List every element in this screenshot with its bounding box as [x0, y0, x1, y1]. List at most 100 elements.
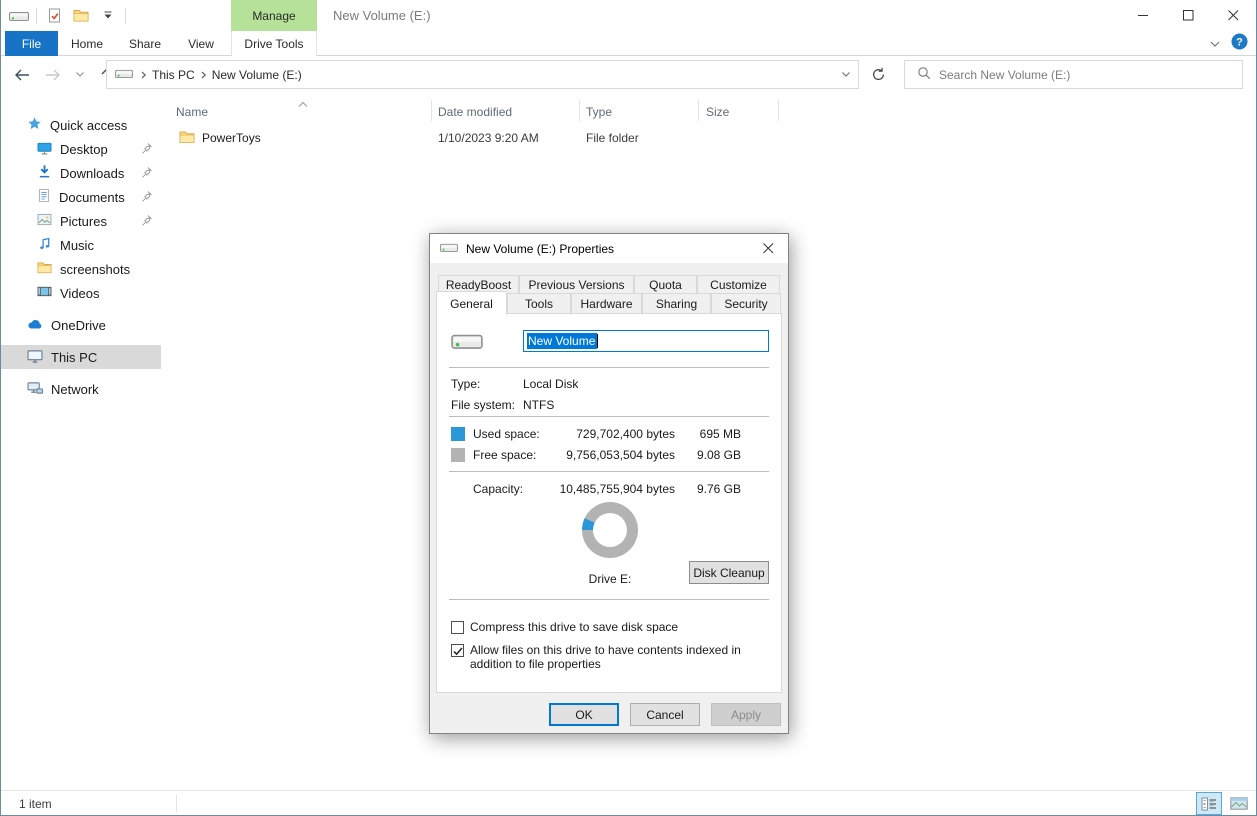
window-title: New Volume (E:) [333, 0, 431, 31]
cancel-button[interactable]: Cancel [630, 703, 700, 726]
manage-contextual-tab[interactable]: Manage [231, 0, 317, 31]
sidebar-item-documents[interactable]: Documents [1, 185, 161, 209]
back-icon[interactable] [11, 63, 33, 87]
tab-tools[interactable]: Tools [507, 293, 571, 314]
free-space-bytes: 9,756,053,504 bytes [547, 448, 675, 462]
address-dropdown-icon[interactable] [834, 71, 858, 78]
sidebar-item-music[interactable]: Music [1, 233, 161, 257]
disk-cleanup-button[interactable]: Disk Cleanup [689, 561, 769, 584]
computer-icon [27, 349, 43, 366]
checkbox[interactable] [451, 621, 464, 634]
close-icon[interactable] [748, 234, 788, 263]
drive-icon [9, 5, 29, 27]
folder-icon [37, 261, 52, 277]
cloud-icon [27, 318, 43, 333]
properties-icon[interactable] [44, 5, 64, 27]
capacity-label: Capacity: [473, 482, 523, 496]
drive-usage-donut [582, 502, 638, 558]
tab-hardware[interactable]: Hardware [571, 293, 642, 314]
allow-indexing-label: Allow files on this drive to have conten… [470, 643, 772, 671]
document-icon [37, 188, 51, 206]
download-icon [37, 164, 52, 182]
navigation-pane: Quick access Desktop Downloads Documents… [1, 93, 161, 790]
sidebar-item-screenshots[interactable]: screenshots [1, 257, 161, 281]
search-input[interactable]: Search New Volume (E:) [904, 60, 1243, 89]
volume-label-input[interactable]: New Volume [523, 330, 769, 352]
column-header-date-modified[interactable]: Date modified [438, 105, 512, 119]
video-icon [37, 285, 52, 301]
sidebar-item-this-pc[interactable]: This PC [1, 345, 161, 369]
allow-indexing-checkbox[interactable]: Allow files on this drive to have conten… [451, 643, 772, 671]
free-space-legend-swatch [451, 448, 465, 462]
column-header-name[interactable]: Name [176, 105, 208, 119]
sidebar-item-videos[interactable]: Videos [1, 281, 161, 305]
used-space-size: 695 MB [681, 427, 741, 441]
sidebar-item-network[interactable]: Network [1, 377, 161, 401]
ok-button[interactable]: OK [549, 703, 619, 726]
apply-button[interactable]: Apply [711, 703, 781, 726]
network-icon [27, 381, 43, 398]
help-icon[interactable]: ? [1231, 33, 1248, 55]
column-header-size[interactable]: Size [706, 105, 729, 119]
thumbnail-view-icon[interactable] [1226, 792, 1252, 815]
star-icon [27, 116, 42, 134]
type-value: Local Disk [523, 377, 578, 391]
recent-locations-icon[interactable] [73, 63, 87, 87]
tab-previous-versions[interactable]: Previous Versions [519, 275, 634, 294]
file-system-value: NTFS [523, 398, 554, 412]
volume-label-value: New Volume [527, 333, 597, 349]
sidebar-item-pictures[interactable]: Pictures [1, 209, 161, 233]
window-controls [1121, 0, 1256, 31]
sidebar-item-quick-access[interactable]: Quick access [1, 113, 161, 137]
tab-sharing[interactable]: Sharing [642, 293, 711, 314]
breadcrumb-this-pc[interactable]: This PC [148, 68, 199, 82]
checkbox[interactable] [451, 644, 464, 657]
forward-icon[interactable] [42, 63, 64, 87]
compress-drive-checkbox[interactable]: Compress this drive to save disk space [451, 620, 772, 634]
tab-home[interactable]: Home [63, 31, 111, 56]
svg-text:?: ? [1236, 36, 1243, 48]
breadcrumb-chevron-icon [199, 70, 208, 80]
file-system-label: File system: [451, 398, 515, 412]
column-headers: Name Date modified Type Size [161, 97, 1257, 121]
maximize-icon[interactable] [1166, 0, 1211, 31]
tab-file[interactable]: File [5, 31, 58, 56]
drive-icon [440, 241, 458, 257]
text-cursor [597, 334, 598, 348]
sidebar-item-onedrive[interactable]: OneDrive [1, 313, 161, 337]
navigation-bar: This PC New Volume (E:) Search New Volum… [1, 56, 1256, 93]
customize-toolbar-icon[interactable] [98, 5, 118, 27]
capacity-bytes: 10,485,755,904 bytes [547, 482, 675, 496]
free-space-label: Free space: [473, 448, 536, 462]
sidebar-item-downloads[interactable]: Downloads [1, 161, 161, 185]
picture-icon [37, 213, 52, 229]
drive-icon [451, 330, 483, 355]
collapse-ribbon-icon[interactable] [1209, 35, 1221, 53]
column-header-type[interactable]: Type [586, 105, 612, 119]
breadcrumb-new-volume[interactable]: New Volume (E:) [208, 68, 306, 82]
new-folder-icon[interactable] [71, 5, 91, 27]
general-tab-page: New Volume Type: Local Disk File system:… [436, 313, 782, 693]
drive-icon [115, 67, 133, 83]
close-icon[interactable] [1211, 0, 1256, 31]
compress-drive-label: Compress this drive to save disk space [470, 620, 772, 634]
sidebar-item-desktop[interactable]: Desktop [1, 137, 161, 161]
minimize-icon[interactable] [1121, 0, 1166, 31]
properties-dialog: New Volume (E:) Properties ReadyBoost Pr… [429, 233, 789, 734]
tab-general[interactable]: General [436, 291, 507, 315]
sort-ascending-icon [297, 97, 309, 111]
refresh-icon[interactable] [863, 60, 893, 89]
tab-quota[interactable]: Quota [634, 275, 697, 294]
file-row-powertoys[interactable]: PowerToys 1/10/2023 9:20 AM File folder [161, 127, 921, 149]
status-bar: 1 item [1, 790, 1256, 816]
tab-view[interactable]: View [177, 31, 225, 56]
details-view-icon[interactable] [1196, 792, 1222, 815]
tab-customize[interactable]: Customize [697, 275, 780, 294]
tab-security[interactable]: Security [711, 293, 781, 314]
item-count: 1 item [19, 797, 52, 811]
toolbar-divider [36, 8, 37, 24]
address-bar[interactable]: This PC New Volume (E:) [106, 60, 859, 89]
tab-drive-tools[interactable]: Drive Tools [231, 31, 317, 56]
explorer-window: Manage New Volume (E:) File Home Share V… [0, 0, 1257, 816]
tab-share[interactable]: Share [121, 31, 169, 56]
